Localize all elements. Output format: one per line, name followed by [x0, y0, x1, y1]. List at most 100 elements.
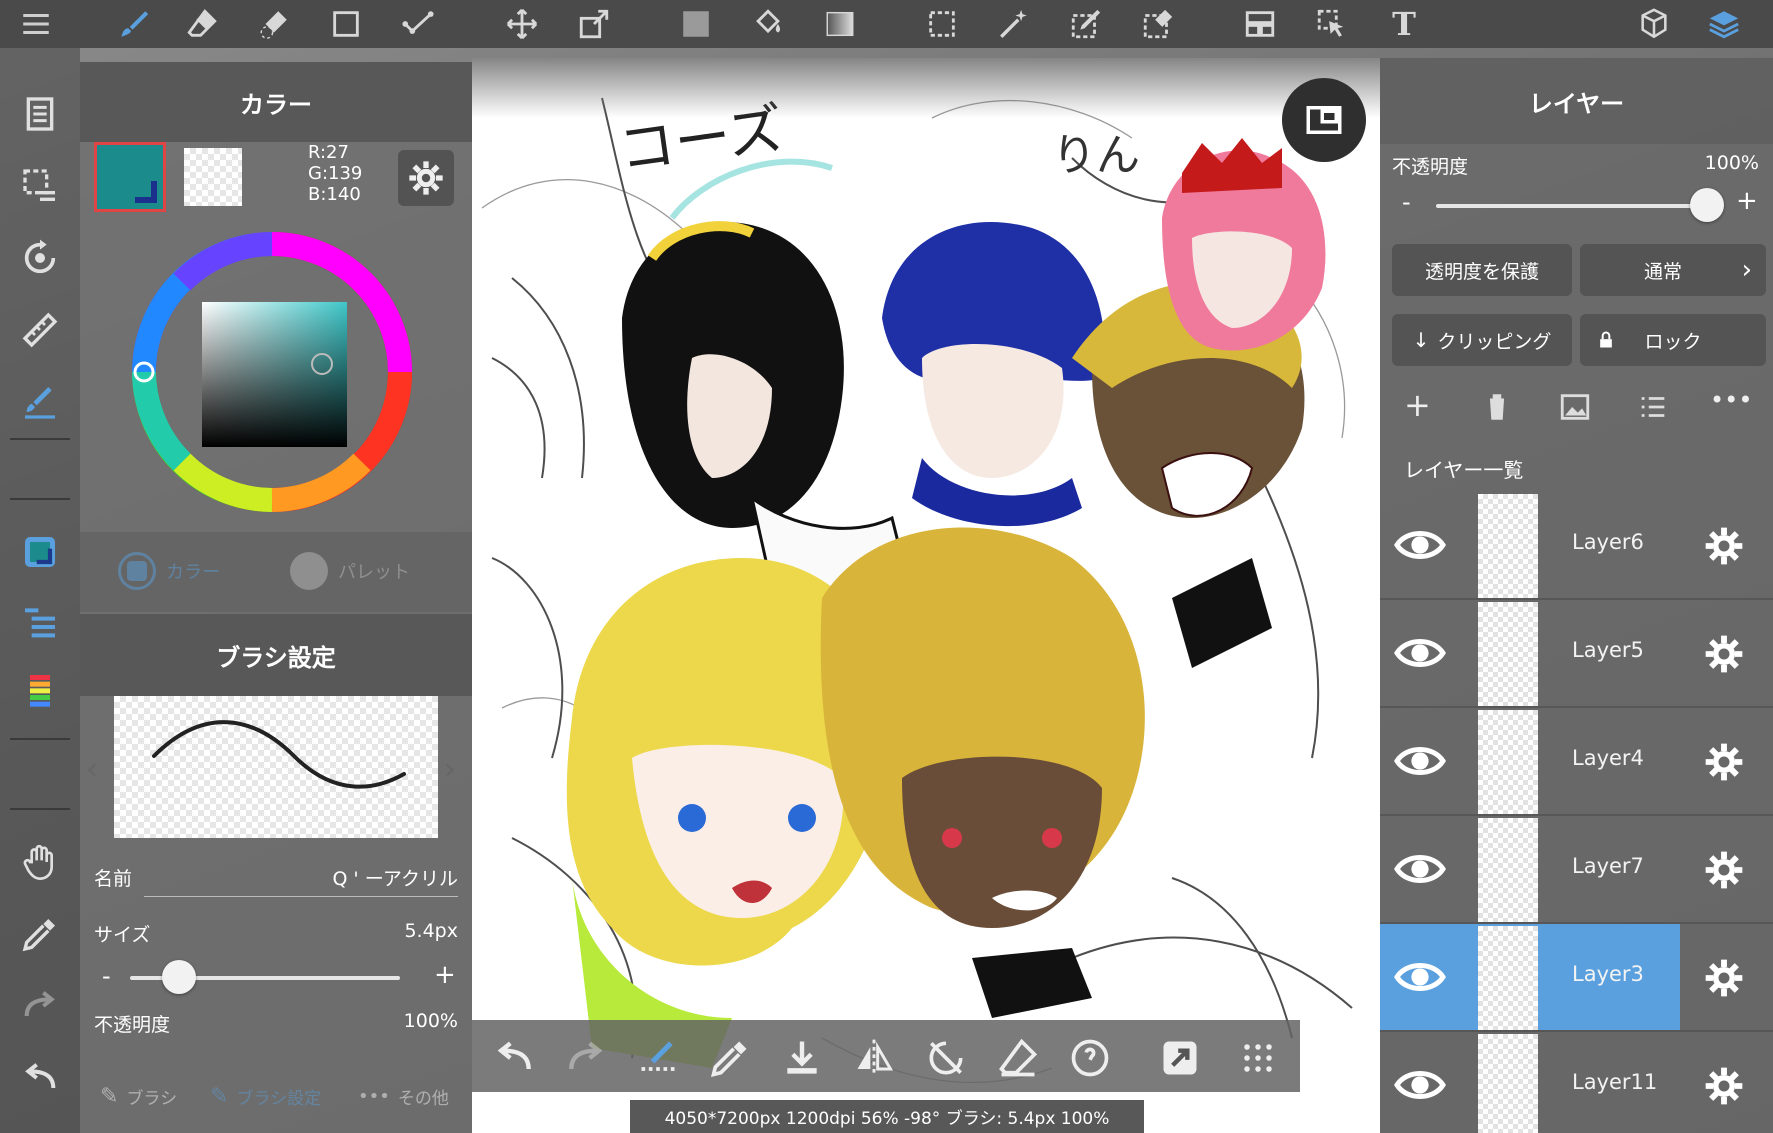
undo-icon[interactable]: [16, 1054, 64, 1102]
layer-opacity-slider-knob[interactable]: [1690, 188, 1724, 222]
layer-name: Layer5: [1572, 638, 1644, 662]
layer-settings-gear-icon[interactable]: [1702, 848, 1746, 892]
drawing-canvas[interactable]: コーズ りん: [472, 58, 1380, 1133]
layer-opacity-minus[interactable]: -: [1402, 188, 1411, 216]
ruler-icon[interactable]: [16, 306, 64, 354]
tab-palette-label: パレット: [338, 562, 410, 583]
visibility-eye-icon[interactable]: [1392, 846, 1448, 892]
layer-opacity-plus[interactable]: +: [1736, 186, 1758, 216]
redo-icon[interactable]: [16, 982, 64, 1030]
color-settings-gear-icon[interactable]: [398, 150, 454, 206]
transform-icon[interactable]: [574, 4, 614, 44]
pages-icon[interactable]: [16, 90, 64, 138]
magic-wand-icon[interactable]: [994, 4, 1034, 44]
layer-row[interactable]: Layer3: [1380, 924, 1773, 1032]
layer-settings-gear-icon[interactable]: [1702, 1064, 1746, 1108]
select-rect-icon[interactable]: [922, 4, 962, 44]
square-icon[interactable]: [326, 4, 366, 44]
visibility-eye-icon[interactable]: [1392, 954, 1448, 1000]
brush-prev-arrow-icon[interactable]: ‹: [86, 752, 98, 787]
brush-size-plus[interactable]: +: [434, 960, 456, 990]
brush-size-icon[interactable]: [16, 666, 64, 714]
grid-dots-icon[interactable]: [1236, 1036, 1280, 1080]
brush-next-arrow-icon[interactable]: ›: [444, 752, 456, 787]
layer-opacity-value: 100%: [1704, 152, 1759, 174]
bucket-icon[interactable]: [748, 4, 788, 44]
rotate-reset-icon[interactable]: [924, 1036, 968, 1080]
brush-name-value[interactable]: Q ' ーアクリル: [332, 864, 458, 891]
color-swatch-icon[interactable]: [16, 528, 64, 576]
image-import-icon[interactable]: [1558, 390, 1592, 424]
menu-icon[interactable]: [16, 4, 56, 44]
eyedropper-icon[interactable]: [16, 910, 64, 958]
tab-brush-settings-label: ブラシ設定: [236, 1089, 322, 1109]
rotate-icon[interactable]: [16, 234, 64, 282]
more-options-icon[interactable]: •••: [1710, 386, 1752, 414]
flip-horizontal-icon[interactable]: [852, 1036, 896, 1080]
visibility-eye-icon[interactable]: [1392, 1062, 1448, 1108]
color-wheel[interactable]: [122, 222, 422, 522]
gradient-icon[interactable]: [820, 4, 860, 44]
add-layer-icon[interactable]: +: [1404, 386, 1431, 424]
brush-preview[interactable]: [114, 696, 438, 838]
eraser-icon[interactable]: [996, 1036, 1040, 1080]
tab-color[interactable]: カラー: [118, 552, 220, 590]
layer-row[interactable]: Layer6: [1380, 492, 1773, 600]
layer-opacity-label: 不透明度: [1392, 156, 1469, 178]
check-icon[interactable]: [398, 4, 438, 44]
selection-layer-icon[interactable]: [16, 162, 64, 210]
layer-opacity-slider[interactable]: [1436, 204, 1706, 208]
tab-brush-settings[interactable]: ✎ ブラシ設定: [210, 1084, 321, 1109]
layer-list-icon[interactable]: [16, 598, 64, 646]
layer-menu-list-icon[interactable]: [1636, 390, 1670, 424]
protect-alpha-button[interactable]: 透明度を保護: [1392, 244, 1572, 296]
snap-brush-icon[interactable]: [16, 378, 64, 426]
brush-stabilizer-icon[interactable]: [636, 1036, 680, 1080]
layer-settings-gear-icon[interactable]: [1702, 632, 1746, 676]
smudge-icon[interactable]: [254, 4, 294, 44]
current-color-swatch[interactable]: [94, 142, 166, 212]
brush-size-minus[interactable]: -: [102, 962, 111, 990]
help-icon[interactable]: [1068, 1036, 1112, 1080]
fullscreen-toggle-button[interactable]: [1282, 78, 1366, 162]
3d-icon[interactable]: [1634, 4, 1674, 44]
layer-row[interactable]: Layer4: [1380, 708, 1773, 816]
share-icon[interactable]: [1158, 1036, 1202, 1080]
hand-icon[interactable]: [16, 838, 64, 886]
move-icon[interactable]: [502, 4, 542, 44]
visibility-eye-icon[interactable]: [1392, 522, 1448, 568]
layer-row[interactable]: Layer11: [1380, 1032, 1773, 1133]
fill-color-icon[interactable]: [676, 4, 716, 44]
select-arrow-icon[interactable]: [1312, 4, 1352, 44]
brush-name-label: 名前: [94, 868, 133, 890]
visibility-eye-icon[interactable]: [1392, 738, 1448, 784]
save-download-icon[interactable]: [780, 1036, 824, 1080]
layers-icon[interactable]: [1704, 4, 1744, 44]
eraser-icon[interactable]: [182, 4, 222, 44]
secondary-color-swatch[interactable]: [184, 148, 242, 206]
visibility-eye-icon[interactable]: [1392, 630, 1448, 676]
undo-icon[interactable]: [492, 1036, 536, 1080]
tab-palette[interactable]: パレット: [290, 552, 410, 590]
layer-row[interactable]: Layer5: [1380, 600, 1773, 708]
text-icon[interactable]: T: [1384, 4, 1424, 44]
layer-settings-gear-icon[interactable]: [1702, 956, 1746, 1000]
tab-other[interactable]: ••• その他: [358, 1084, 449, 1109]
frame-icon[interactable]: [1240, 4, 1280, 44]
trash-icon[interactable]: [1480, 390, 1514, 424]
brush-size-slider-knob[interactable]: [161, 960, 196, 994]
lock-button[interactable]: ロック: [1580, 314, 1766, 366]
select-pen-icon[interactable]: [1066, 4, 1106, 44]
layer-thumbnail: [1478, 818, 1538, 922]
tab-brush[interactable]: ✎ ブラシ: [100, 1084, 177, 1109]
eyedropper-icon[interactable]: [708, 1036, 752, 1080]
select-eraser-icon[interactable]: [1138, 4, 1178, 44]
clipping-button[interactable]: ↓ クリッピング: [1392, 314, 1572, 366]
layer-settings-gear-icon[interactable]: [1702, 740, 1746, 784]
redo-icon[interactable]: [564, 1036, 608, 1080]
layer-thumbnail: [1478, 494, 1538, 598]
layer-row[interactable]: Layer7: [1380, 816, 1773, 924]
layer-settings-gear-icon[interactable]: [1702, 524, 1746, 568]
blend-mode-button[interactable]: 通常 ›: [1580, 244, 1766, 296]
brush-icon[interactable]: [114, 4, 154, 44]
